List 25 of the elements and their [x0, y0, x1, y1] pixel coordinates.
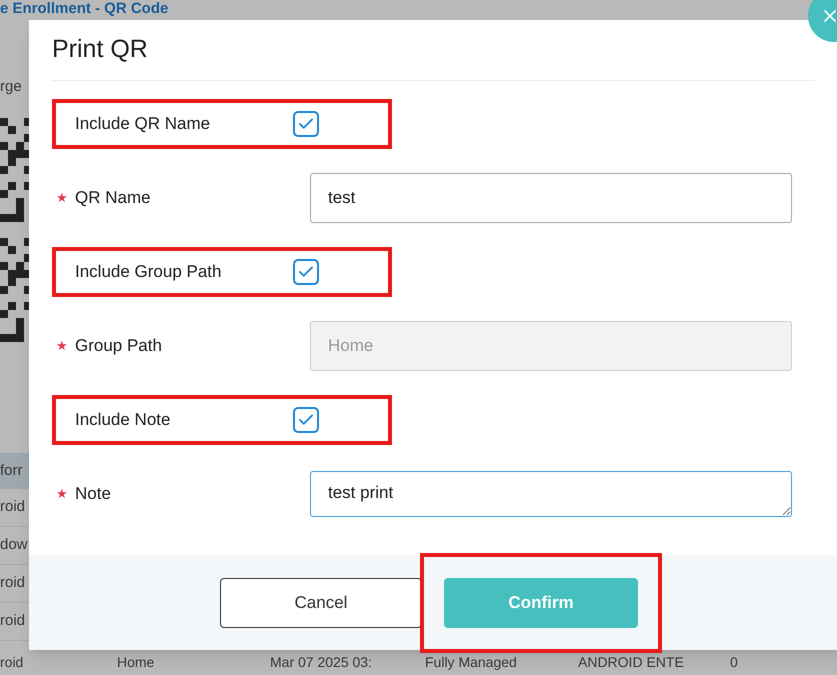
checkbox[interactable]: [293, 259, 319, 285]
note-field[interactable]: test print: [310, 471, 792, 517]
table-header: forr: [0, 453, 29, 489]
page-text: rge: [0, 77, 23, 96]
field-label: Include QR Name: [75, 113, 210, 136]
required-mark: ★: [56, 190, 68, 206]
cancel-button[interactable]: Cancel: [220, 578, 422, 628]
field-label: Include Note: [75, 409, 170, 432]
table-cell-text: roid: [0, 653, 24, 672]
checkbox[interactable]: [293, 407, 319, 433]
input-field[interactable]: test: [310, 173, 792, 223]
required-mark: ★: [56, 338, 68, 354]
table-cell-text: Mar 07 2025 03:: [270, 653, 373, 672]
table-cell-text: Home: [117, 653, 156, 672]
dialog-title: Print QR: [52, 34, 148, 65]
field-label: QR Name: [75, 187, 151, 210]
field-label: Note: [75, 483, 111, 506]
required-mark: ★: [56, 486, 68, 502]
table-cell-text: ANDROID ENTE: [578, 653, 685, 672]
table-cell-text: 0: [730, 653, 739, 672]
checkbox[interactable]: [293, 111, 319, 137]
table-cell-text: Fully Managed: [425, 653, 518, 672]
field-label: Include Group Path: [75, 261, 222, 284]
page-title: e Enrollment - QR Code: [0, 0, 168, 18]
field-label: Group Path: [75, 335, 162, 358]
